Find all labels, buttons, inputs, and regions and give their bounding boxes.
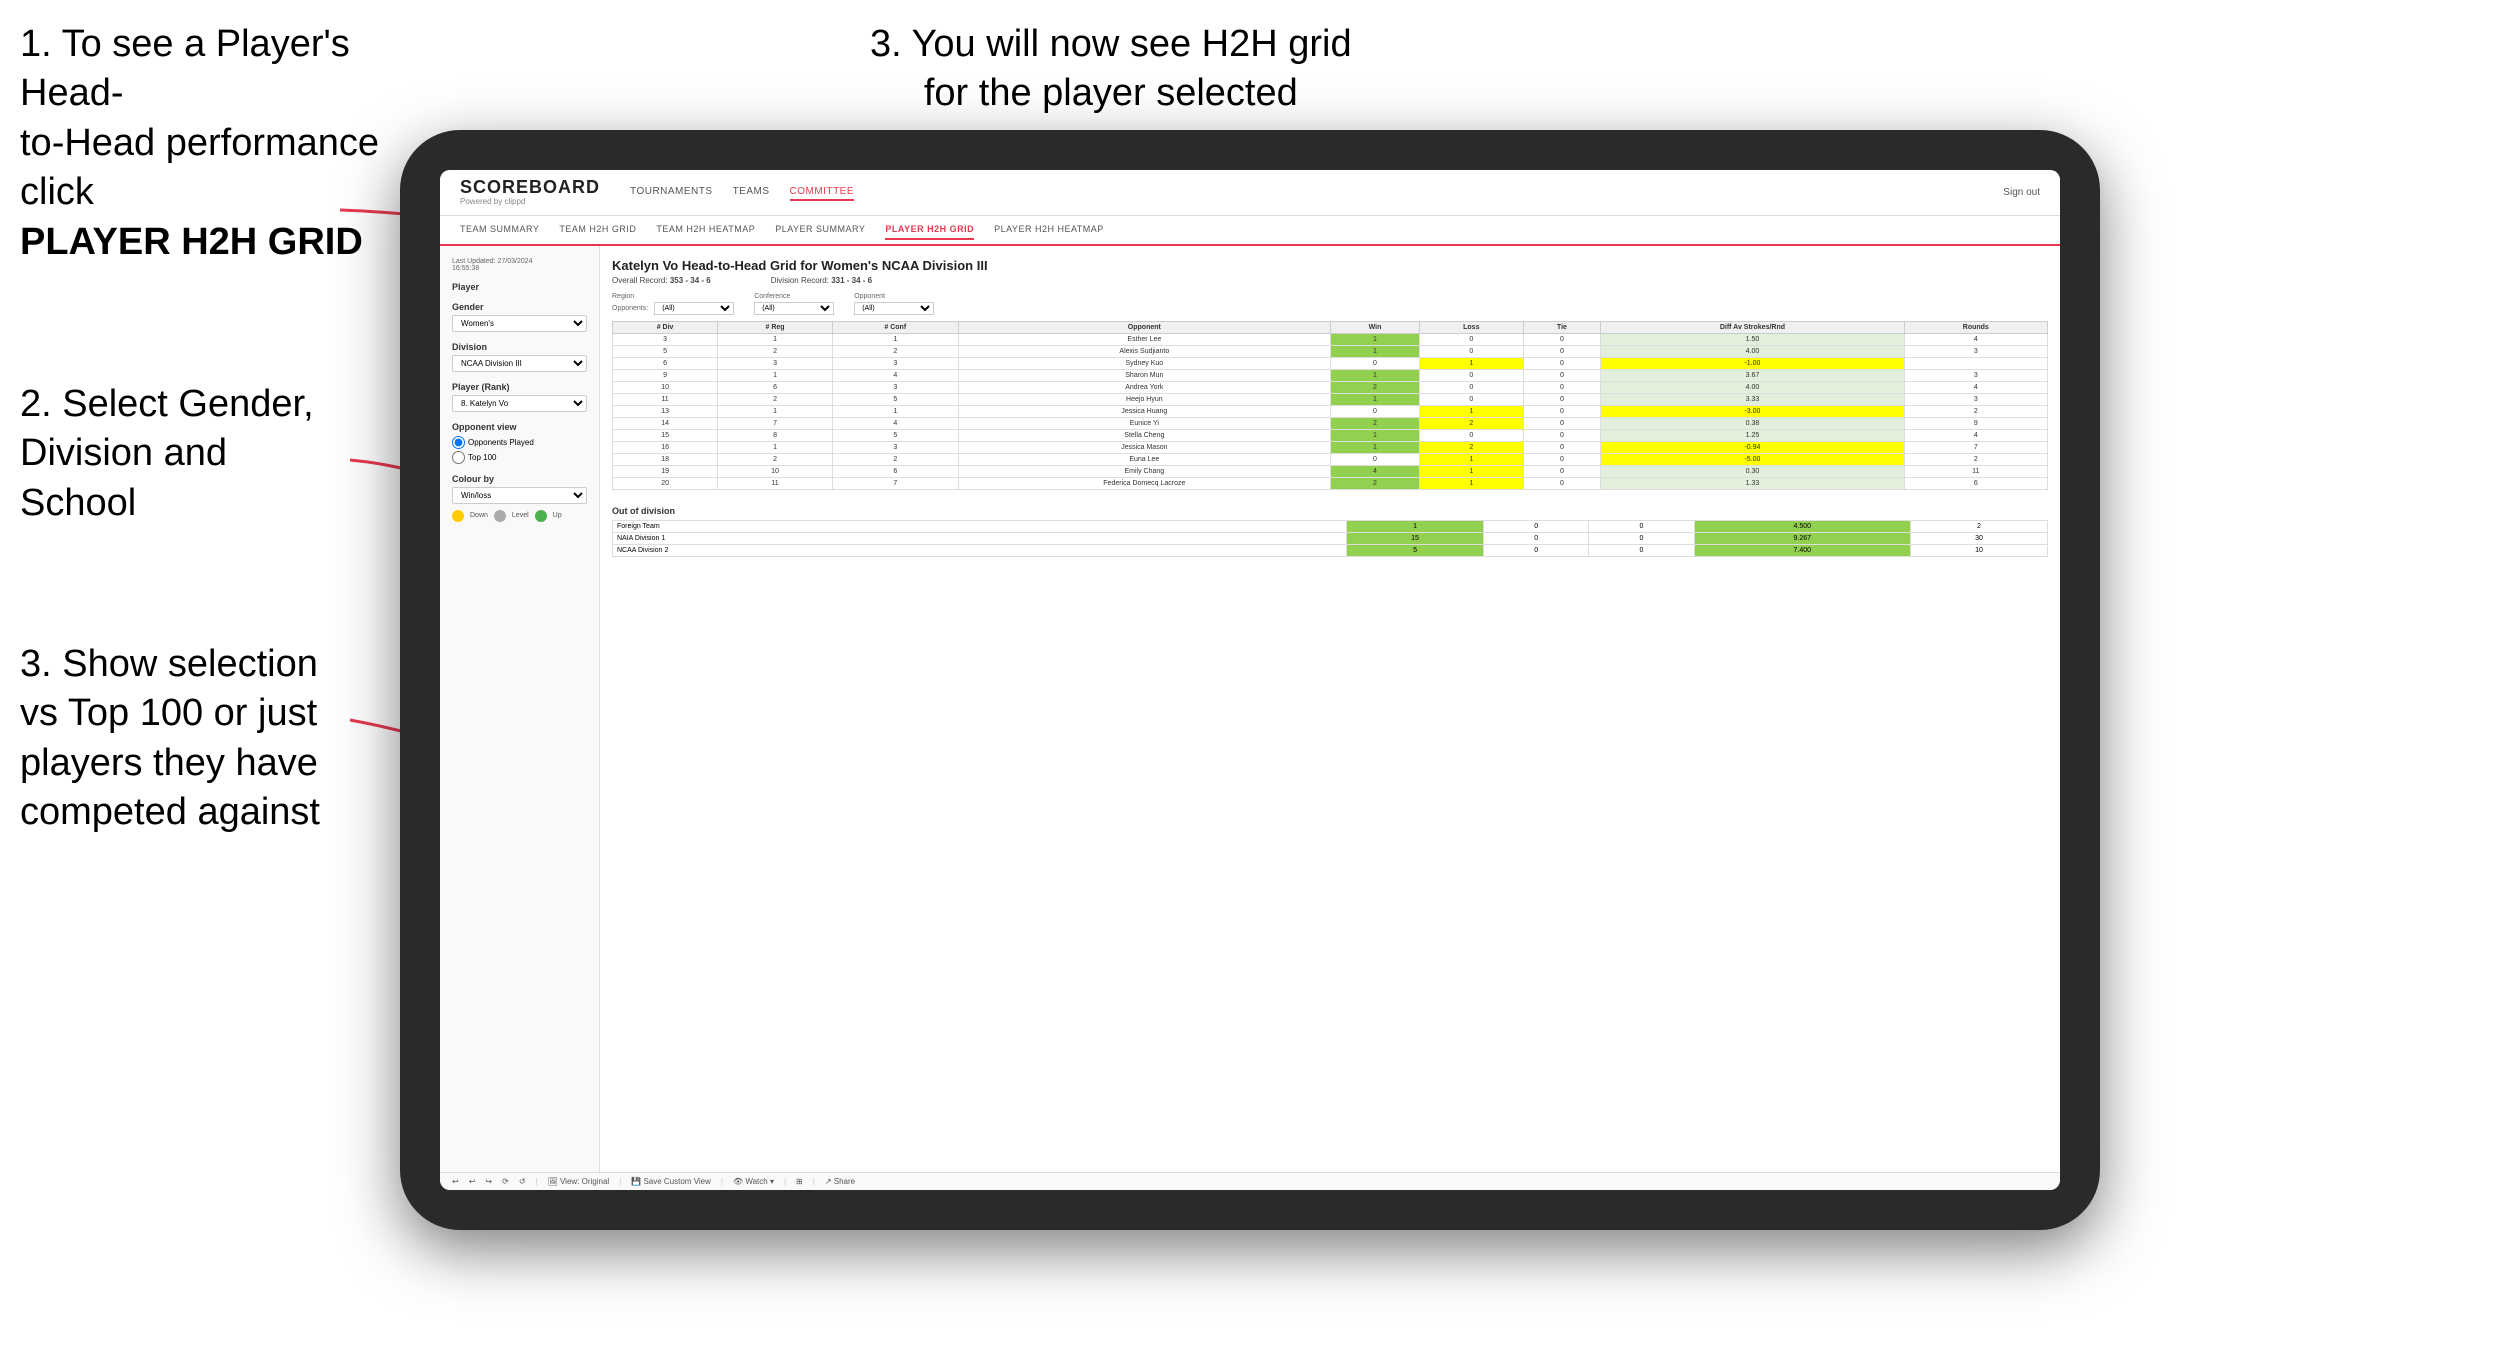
sidebar-opponent-view-section: Opponent view Opponents Played Top 100	[452, 422, 587, 464]
col-win: Win	[1331, 321, 1420, 333]
out-table-row: NCAA Division 2 5 0 0 7.400 10	[613, 544, 2048, 556]
logo-area: SCOREBOARD Powered by clippd	[460, 178, 600, 207]
logo-sub: Powered by clippd	[460, 198, 600, 207]
toolbar-history[interactable]: ⟳	[502, 1177, 509, 1186]
toolbar: ↩ ↩ ↪ ⟳ ↺ | 🖼 View: Original | 💾 Save Cu…	[440, 1172, 2060, 1190]
table-row: 13 1 1 Jessica Huang 0 1 0 -3.00 2	[613, 405, 2048, 417]
subnav-team-h2h-grid[interactable]: TEAM H2H GRID	[559, 220, 636, 240]
main-content: Last Updated: 27/03/2024 16:55:38 Player…	[440, 246, 2060, 1172]
col-conf: # Conf	[832, 321, 958, 333]
instruction-top-right: 3. You will now see H2H grid for the pla…	[870, 20, 1352, 119]
conference-select[interactable]: (All)	[754, 302, 834, 315]
col-opponent: Opponent	[958, 321, 1330, 333]
col-div: # Div	[613, 321, 718, 333]
colour-dot-down	[452, 510, 464, 522]
subnav-team-summary[interactable]: TEAM SUMMARY	[460, 220, 539, 240]
toolbar-undo[interactable]: ↩	[452, 1177, 459, 1186]
sidebar-player-section: Player	[452, 282, 587, 292]
radio-top100[interactable]: Top 100	[452, 451, 587, 464]
sidebar-gender-section: Gender Women's Men's	[452, 302, 587, 332]
nav-tournaments[interactable]: TOURNAMENTS	[630, 184, 713, 201]
out-table-row: NAIA Division 1 15 0 0 9.267 30	[613, 532, 2048, 544]
division-select[interactable]: NCAA Division III NCAA Division I NCAA D…	[452, 355, 587, 372]
table-row: 10 6 3 Andrea York 2 0 0 4.00 4	[613, 381, 2048, 393]
grid-title: Katelyn Vo Head-to-Head Grid for Women's…	[612, 258, 2048, 273]
colour-legend: Down Level Up	[452, 510, 587, 522]
filter-opponent: Opponent (All)	[854, 293, 934, 315]
filter-region: Region Opponents: (All)	[612, 293, 734, 315]
sidebar-division-section: Division NCAA Division III NCAA Division…	[452, 342, 587, 372]
subnav-player-h2h-heatmap[interactable]: PLAYER H2H HEATMAP	[994, 220, 1104, 240]
table-row: 5 2 2 Alexis Sudjianto 1 0 0 4.00 3	[613, 345, 2048, 357]
overall-record: Overall Record: 353 - 34 - 6	[612, 276, 711, 285]
table-row: 6 3 3 Sydney Kuo 0 1 0 -1.00	[613, 357, 2048, 369]
table-row: 20 11 7 Federica Domecq Lacroze 2 1 0 1.…	[613, 477, 2048, 489]
subnav-player-summary[interactable]: PLAYER SUMMARY	[775, 220, 865, 240]
nav-committee[interactable]: COMMITTEE	[790, 184, 855, 201]
opponent-select[interactable]: (All)	[854, 302, 934, 315]
h2h-table: # Div # Reg # Conf Opponent Win Loss Tie…	[612, 321, 2048, 490]
instruction-top-left: 1. To see a Player's Head- to-Head perfo…	[20, 20, 440, 267]
toolbar-undo2[interactable]: ↩	[469, 1177, 476, 1186]
tablet-screen: SCOREBOARD Powered by clippd TOURNAMENTS…	[440, 170, 2060, 1190]
colour-dot-up	[535, 510, 547, 522]
table-row: 19 10 6 Emily Chang 4 1 0 0.30 11	[613, 465, 2048, 477]
gender-select[interactable]: Women's Men's	[452, 315, 587, 332]
logo-text: SCOREBOARD	[460, 178, 600, 198]
sub-nav: TEAM SUMMARY TEAM H2H GRID TEAM H2H HEAT…	[440, 216, 2060, 246]
subnav-player-h2h-grid[interactable]: PLAYER H2H GRID	[885, 220, 974, 240]
tablet-frame: SCOREBOARD Powered by clippd TOURNAMENTS…	[400, 130, 2100, 1230]
grid-records: Overall Record: 353 - 34 - 6 Division Re…	[612, 276, 2048, 285]
table-row: 14 7 4 Eunice Yi 2 2 0 0.38 9	[613, 417, 2048, 429]
col-rounds: Rounds	[1904, 321, 2047, 333]
toolbar-redo[interactable]: ↪	[485, 1177, 492, 1186]
toolbar-save-custom[interactable]: 💾 Save Custom View	[631, 1177, 711, 1186]
colour-dot-level	[494, 510, 506, 522]
table-row: 3 1 1 Esther Lee 1 0 0 1.50 4	[613, 333, 2048, 345]
out-of-division-header: Out of division	[612, 506, 2048, 516]
colour-label-level: Level	[512, 512, 529, 519]
filter-conference: Conference (All)	[754, 293, 834, 315]
radio-opponents-played[interactable]: Opponents Played	[452, 436, 587, 449]
sidebar-player-rank-section: Player (Rank) 8. Katelyn Vo	[452, 382, 587, 412]
region-select[interactable]: (All)	[654, 302, 734, 315]
instruction-bottom-left: 3. Show selection vs Top 100 or just pla…	[20, 640, 320, 838]
out-of-division-table: Foreign Team 1 0 0 4.500 2 NAIA Division…	[612, 520, 2048, 557]
app-header: SCOREBOARD Powered by clippd TOURNAMENTS…	[440, 170, 2060, 216]
nav-teams[interactable]: TEAMS	[733, 184, 770, 201]
col-diff: Diff Av Strokes/Rnd	[1601, 321, 1904, 333]
toolbar-reset[interactable]: ↺	[519, 1177, 526, 1186]
col-reg: # Reg	[718, 321, 833, 333]
sign-out-btn[interactable]: Sign out	[2003, 187, 2040, 198]
toolbar-watch[interactable]: 👁 Watch ▾	[733, 1177, 774, 1186]
table-row: 9 1 4 Sharon Mun 1 0 0 3.67 3	[613, 369, 2048, 381]
nav-items: TOURNAMENTS TEAMS COMMITTEE	[630, 184, 1973, 201]
table-row: 11 2 5 Heejo Hyun 1 0 0 3.33 3	[613, 393, 2048, 405]
colour-label-up: Up	[553, 512, 562, 519]
toolbar-view-original[interactable]: 🖼 View: Original	[548, 1177, 610, 1186]
col-tie: Tie	[1523, 321, 1601, 333]
toolbar-layout[interactable]: ⊞	[796, 1177, 803, 1186]
colour-select[interactable]: Win/loss	[452, 487, 587, 504]
sidebar: Last Updated: 27/03/2024 16:55:38 Player…	[440, 246, 600, 1172]
sidebar-colour-section: Colour by Win/loss Down Level Up	[452, 474, 587, 522]
colour-label-down: Down	[470, 512, 488, 519]
table-row: 16 1 3 Jessica Mason 1 2 0 -0.94 7	[613, 441, 2048, 453]
player-rank-select[interactable]: 8. Katelyn Vo	[452, 395, 587, 412]
toolbar-share[interactable]: ↗ Share	[825, 1177, 855, 1186]
table-row: 18 2 2 Euna Lee 0 1 0 -5.00 2	[613, 453, 2048, 465]
instruction-mid-left: 2. Select Gender, Division and School	[20, 380, 314, 528]
last-updated: Last Updated: 27/03/2024 16:55:38	[452, 258, 587, 272]
table-row: 15 8 5 Stella Cheng 1 0 0 1.25 4	[613, 429, 2048, 441]
opponent-view-radios: Opponents Played Top 100	[452, 436, 587, 464]
grid-area: Katelyn Vo Head-to-Head Grid for Women's…	[600, 246, 2060, 1172]
out-table-row: Foreign Team 1 0 0 4.500 2	[613, 520, 2048, 532]
col-loss: Loss	[1420, 321, 1524, 333]
filters-row: Region Opponents: (All) Conference (All)	[612, 293, 2048, 315]
subnav-team-h2h-heatmap[interactable]: TEAM H2H HEATMAP	[656, 220, 755, 240]
division-record: Division Record: 331 - 34 - 6	[771, 276, 872, 285]
